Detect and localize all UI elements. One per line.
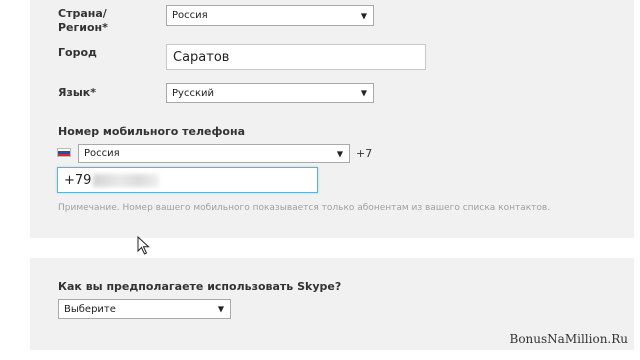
usage-select[interactable]: Выберите ▼ [58, 299, 231, 319]
russia-flag-icon [57, 148, 71, 157]
city-input[interactable]: Саратов [166, 44, 426, 70]
country-select[interactable]: Россия ▼ [166, 5, 374, 26]
mobile-country-value: Россия [84, 148, 120, 159]
language-label: Язык* [58, 86, 97, 99]
watermark: BonusNaMillion.Ru [509, 332, 628, 346]
mobile-number-input[interactable]: +79 [57, 167, 318, 193]
usage-question: Как вы предполагаете использовать Skype? [58, 280, 342, 293]
country-select-value: Россия [172, 10, 208, 21]
triangle-down-icon: ▼ [336, 149, 343, 158]
city-input-value: Саратов [173, 49, 230, 65]
country-label-line1: Страна/ [58, 7, 107, 20]
language-select-value: Русский [172, 87, 214, 99]
language-select[interactable]: Русский ▼ [166, 83, 374, 103]
triangle-down-icon: ▼ [217, 304, 224, 314]
city-label: Город [58, 46, 97, 59]
country-label-line2: Регион* [58, 21, 108, 34]
mobile-label: Номер мобильного телефона [58, 125, 246, 138]
mobile-number-value: +79 [64, 172, 92, 188]
triangle-down-icon: ▼ [360, 88, 367, 98]
redacted-digits [93, 173, 160, 187]
usage-select-value: Выберите [64, 303, 116, 315]
triangle-down-icon: ▼ [360, 11, 367, 20]
mouse-pointer-icon [137, 236, 150, 255]
mobile-country-select[interactable]: Россия ▼ [78, 144, 350, 163]
country-label: Страна/ Регион* [58, 7, 108, 35]
mobile-country-code: +7 [356, 147, 373, 160]
mobile-note: Примечание. Номер вашего мобильного пока… [58, 203, 551, 213]
